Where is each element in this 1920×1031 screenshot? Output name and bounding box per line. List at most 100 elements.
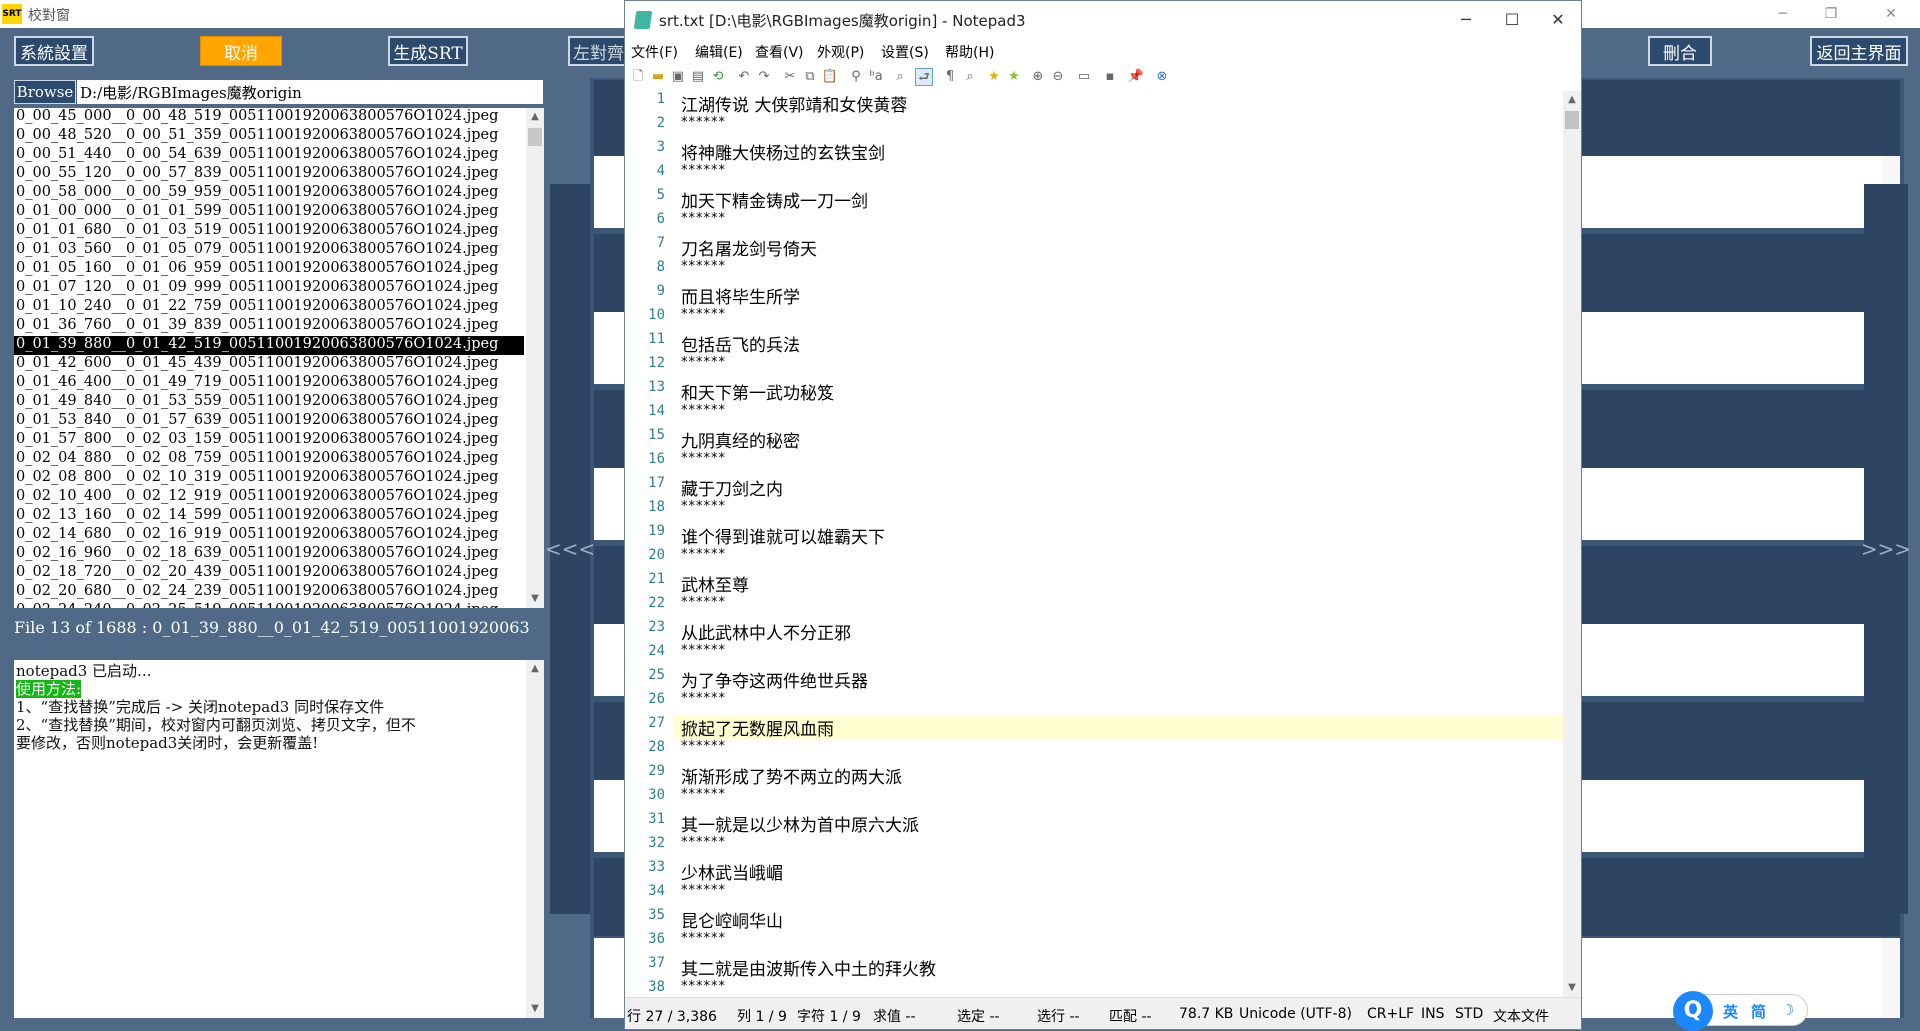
text-line[interactable]: ****** (673, 643, 1563, 667)
undo-icon[interactable]: ↶ (735, 68, 753, 86)
file-list-item[interactable]: 0_01_36_760__0_01_39_839_005110019200638… (14, 317, 524, 336)
text-line[interactable]: ****** (673, 307, 1563, 331)
text-line[interactable]: ****** (673, 211, 1563, 235)
file-list-item[interactable]: 0_01_46_400__0_01_49_719_005110019200638… (14, 374, 524, 393)
scroll-thumb[interactable] (528, 128, 542, 146)
status-eol[interactable]: CR+LF (1367, 1006, 1414, 1022)
text-line[interactable]: ****** (673, 355, 1563, 379)
file-list-item[interactable]: 0_00_51_440__0_00_54_639_005110019200638… (14, 146, 524, 165)
text-area[interactable]: 江湖传说 大侠郭靖和女侠黄蓉 ****** 将神雕大侠杨过的玄铁宝剑 ****** 加天… (673, 91, 1563, 997)
view-whitespace-icon[interactable]: ¶ (941, 68, 959, 86)
file-list-item[interactable]: 0_02_08_800__0_02_10_319_005110019200638… (14, 469, 524, 488)
file-list-item[interactable]: 0_02_04_880__0_02_08_759_005110019200638… (14, 450, 524, 469)
menu-appearance[interactable]: 外观(P) (817, 42, 864, 62)
file-list-item[interactable]: 0_01_01_680__0_01_03_519_005110019200638… (14, 222, 524, 241)
file-list-item[interactable]: 0_00_58_000__0_00_59_959_005110019200638… (14, 184, 524, 203)
find-icon[interactable]: ⚲ (847, 68, 865, 86)
settings-button[interactable]: 系統設置 (14, 36, 94, 66)
text-line[interactable]: 其一就是以少林为首中原六大派 (673, 811, 1563, 836)
text-line[interactable]: ****** (673, 163, 1563, 187)
delete-merge-button[interactable]: 刪合 (1648, 36, 1712, 66)
save-as-icon[interactable]: ▤ (689, 68, 707, 86)
file-list-item[interactable]: 0_01_53_840__0_01_57_639_005110019200638… (14, 412, 524, 431)
log-scrollbar[interactable]: ▲ ▼ (526, 660, 544, 1018)
file-list-scrollbar[interactable]: ▲ ▼ (526, 108, 544, 608)
text-line[interactable]: ****** (673, 547, 1563, 571)
left-align-button[interactable]: 左對齊 (568, 36, 628, 66)
restore-icon[interactable]: ❐ (1808, 2, 1854, 26)
ime-language[interactable]: 英 (1723, 1001, 1738, 1022)
maximize-icon[interactable]: ☐ (1489, 7, 1535, 33)
paste-icon[interactable]: 📋 (821, 68, 839, 86)
file-list-item[interactable]: 0_02_16_960__0_02_18_639_005110019200638… (14, 545, 524, 564)
text-line[interactable]: 加天下精金铸成一刀一剑 (673, 187, 1563, 212)
goto-icon[interactable]: ⌕ (891, 68, 909, 86)
status-encoding[interactable]: Unicode (UTF-8) (1239, 1006, 1352, 1022)
new-file-icon[interactable]: 🗋 (629, 68, 647, 86)
text-line[interactable]: ****** (673, 259, 1563, 283)
close-icon[interactable]: ✕ (1868, 2, 1914, 26)
text-line[interactable]: 九阴真经的秘密 (673, 427, 1563, 452)
word-wrap-icon[interactable]: ⮐ (915, 68, 933, 86)
file-list-item[interactable]: 0_00_55_120__0_00_57_839_005110019200638… (14, 165, 524, 184)
scroll-thumb[interactable] (1565, 111, 1579, 129)
text-line[interactable]: 和天下第一武功秘笈 (673, 379, 1563, 404)
text-line[interactable]: 包括岳飞的兵法 (673, 331, 1563, 356)
scroll-up-icon[interactable]: ▲ (1563, 91, 1581, 109)
ime-toolbar[interactable]: Q 英 简 ☽ (1673, 991, 1808, 1031)
file-list-item[interactable]: 0_01_05_160__0_01_06_959_005110019200638… (14, 260, 524, 279)
file-list-item[interactable]: 0_01_10_240__0_01_22_759_005110019200638… (14, 298, 524, 317)
status-insert-mode[interactable]: INS (1421, 1006, 1445, 1022)
file-list-item[interactable]: 0_02_24_240__0_02_25_519_005110019200638… (14, 602, 524, 608)
favorites-icon[interactable]: ★ (985, 68, 1003, 86)
scroll-down-icon[interactable]: ▼ (526, 590, 544, 608)
text-line[interactable]: 少林武当峨嵋 (673, 859, 1563, 884)
editor-scrollbar[interactable]: ▲ ▼ (1563, 91, 1581, 997)
text-line[interactable]: 藏于刀剑之内 (673, 475, 1563, 500)
zoom-find-icon[interactable]: ⌕ (961, 68, 979, 86)
file-list-item[interactable]: 0_01_39_880__0_01_42_519_005110019200638… (14, 336, 524, 355)
open-file-icon[interactable]: ▬ (649, 68, 667, 86)
file-list-item[interactable]: 0_01_49_840__0_01_53_559_005110019200638… (14, 393, 524, 412)
text-line[interactable]: ****** (673, 739, 1563, 763)
text-line[interactable]: 刀名屠龙剑号倚天 (673, 235, 1563, 260)
text-line[interactable]: 为了争夺这两件绝世兵器 (673, 667, 1563, 692)
text-line[interactable]: 掀起了无数腥风血雨 (673, 715, 1563, 740)
cancel-button[interactable]: 取消 (200, 36, 282, 66)
text-line[interactable]: ****** (673, 931, 1563, 955)
replace-icon[interactable]: ᵇa (867, 68, 885, 86)
text-line[interactable]: ****** (673, 403, 1563, 427)
generate-srt-button[interactable]: 生成SRT (388, 36, 468, 66)
file-list[interactable]: 0_00_45_000__0_00_48_519_005110019200638… (14, 108, 544, 608)
text-line[interactable]: ****** (673, 595, 1563, 619)
text-line[interactable]: 昆仑崆峒华山 (673, 907, 1563, 932)
path-field[interactable]: D:/电影/RGBImages魔教origin (77, 80, 543, 104)
reload-icon[interactable]: ⟲ (709, 68, 727, 86)
schemes-icon[interactable]: ▭ (1075, 68, 1093, 86)
text-line[interactable]: ****** (673, 979, 1563, 997)
file-list-item[interactable]: 0_02_10_400__0_02_12_919_005110019200638… (14, 488, 524, 507)
moon-icon[interactable]: ☽ (1781, 1001, 1794, 1019)
minimize-icon[interactable]: ─ (1443, 7, 1489, 33)
close-icon[interactable]: ✕ (1535, 7, 1581, 33)
file-list-item[interactable]: 0_02_18_720__0_02_20_439_005110019200638… (14, 564, 524, 583)
browse-button[interactable]: Browse (14, 80, 76, 104)
text-line[interactable]: 渐渐形成了势不两立的两大派 (673, 763, 1563, 788)
text-line[interactable]: 而且将毕生所学 (673, 283, 1563, 308)
menu-file[interactable]: 文件(F) (631, 42, 678, 62)
cut-icon[interactable]: ✂ (781, 68, 799, 86)
text-line[interactable]: 谁个得到谁就可以雄霸天下 (673, 523, 1563, 548)
text-line[interactable]: 武林至尊 (673, 571, 1563, 596)
exit-icon[interactable]: ⊗ (1153, 68, 1171, 86)
text-line[interactable]: ****** (673, 835, 1563, 859)
prev-page-button[interactable]: <<< (545, 184, 595, 914)
text-line[interactable]: ****** (673, 451, 1563, 475)
copy-icon[interactable]: ⧉ (801, 68, 819, 86)
ime-mode[interactable]: 简 (1751, 1001, 1766, 1022)
text-line[interactable]: 其二就是由波斯传入中土的拜火教 (673, 955, 1563, 980)
text-line[interactable]: ****** (673, 499, 1563, 523)
zoom-out-icon[interactable]: ⊖ (1049, 68, 1067, 86)
menu-settings[interactable]: 设置(S) (881, 42, 929, 62)
scroll-icon[interactable] (1882, 938, 1900, 1018)
ime-logo-icon[interactable]: Q (1673, 991, 1713, 1031)
